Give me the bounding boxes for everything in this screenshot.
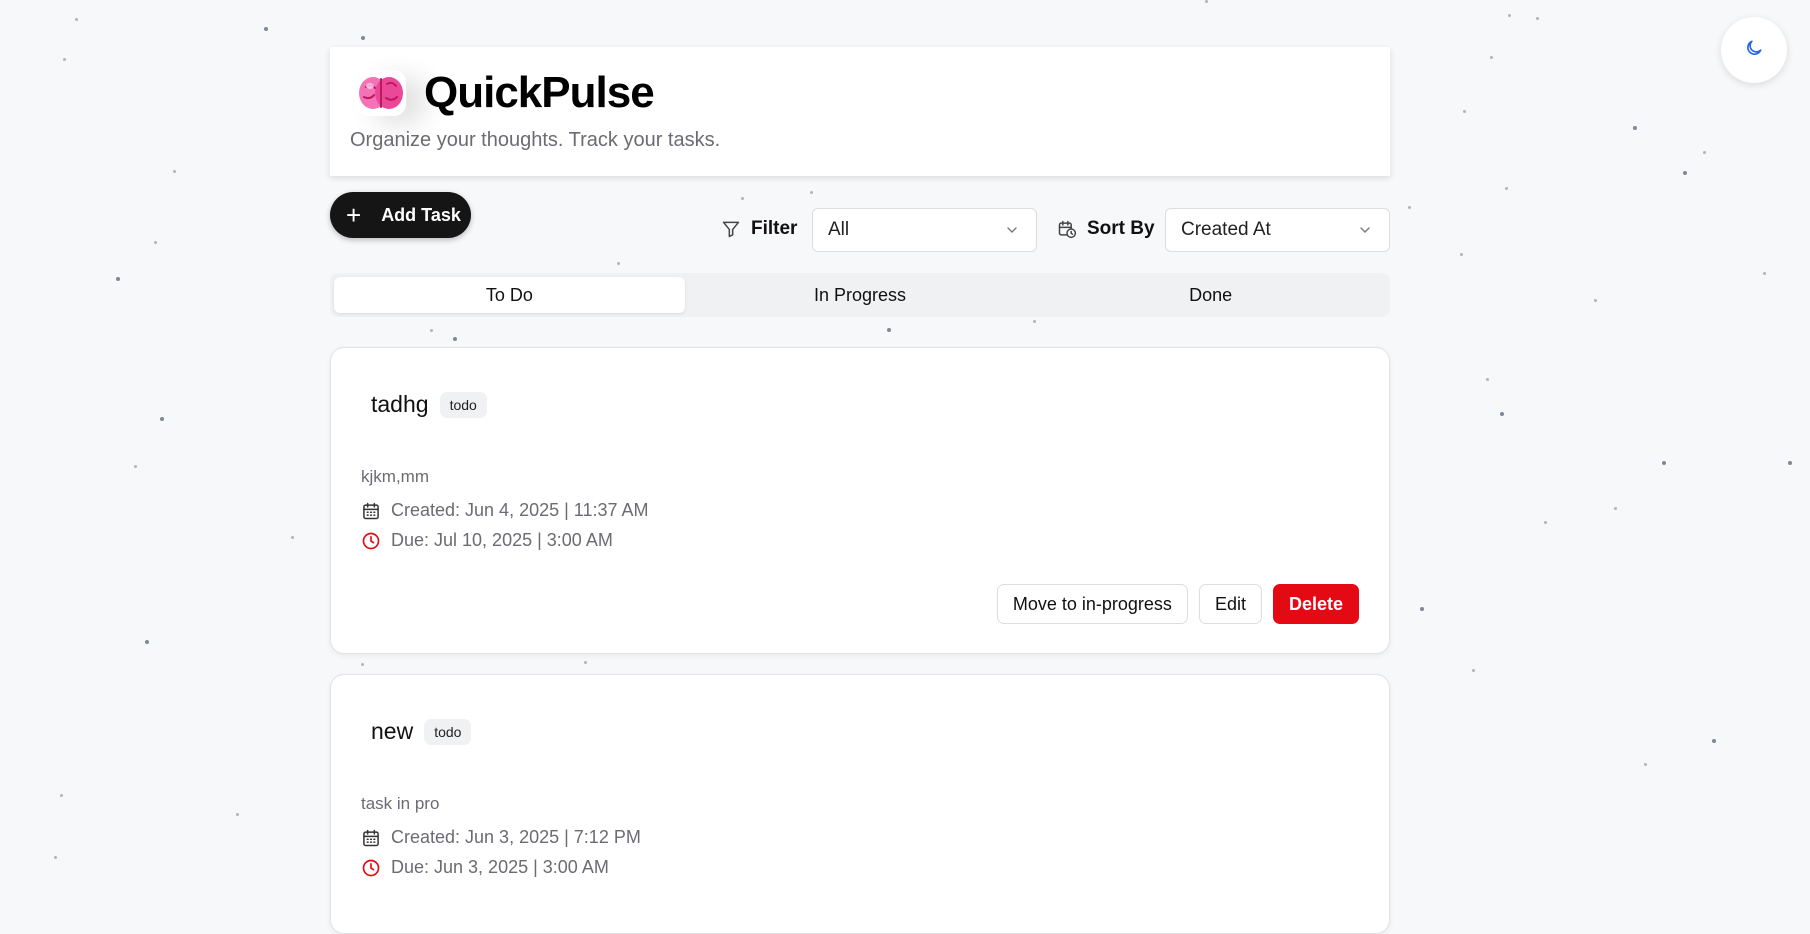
brand: QuickPulse (356, 68, 655, 118)
task-title: new (371, 718, 414, 744)
task-due-text: Due: Jul 10, 2025 | 3:00 AM (391, 530, 613, 550)
task-created-text: Created: Jun 4, 2025 | 11:37 AM (391, 500, 649, 520)
task-due-text: Due: Jun 3, 2025 | 3:00 AM (391, 857, 609, 877)
calendar-icon (361, 501, 381, 521)
task-created: Created: Jun 4, 2025 | 11:37 AM (361, 500, 649, 521)
status-badge: todo (424, 718, 472, 745)
sort-label: Sort By (1057, 218, 1155, 240)
calendar-icon (361, 828, 381, 848)
sort-select-value: Created At (1181, 219, 1271, 240)
chevron-down-icon (1357, 222, 1373, 244)
task-title-row: tadhg todo (371, 391, 487, 418)
logo (356, 70, 406, 116)
chevron-down-icon (1004, 222, 1020, 244)
task-created-text: Created: Jun 3, 2025 | 7:12 PM (391, 827, 641, 847)
task-title: tadhg (371, 391, 429, 417)
status-tabs: To Do In Progress Done (330, 273, 1390, 317)
app-header: QuickPulse Organize your thoughts. Track… (330, 47, 1390, 176)
calendar-clock-icon (1057, 219, 1077, 239)
task-description: kjkm,mm (361, 467, 429, 486)
plus-icon: + (346, 200, 362, 230)
theme-toggle-button[interactable] (1721, 17, 1787, 83)
tab-todo[interactable]: To Do (334, 277, 685, 313)
sort-label-text: Sort By (1087, 218, 1155, 239)
filter-label: Filter (721, 218, 797, 240)
task-description: task in pro (361, 794, 440, 813)
add-task-label: Add Task (381, 204, 461, 225)
task-card: tadhg todo kjkm,mm Created: Jun 4, 2025 … (330, 347, 1390, 654)
task-due: Due: Jun 3, 2025 | 3:00 AM (361, 857, 609, 878)
tab-in-progress[interactable]: In Progress (685, 277, 1036, 313)
app-tagline: Organize your thoughts. Track your tasks… (350, 129, 721, 151)
sort-select[interactable]: Created At (1165, 208, 1390, 252)
filter-select[interactable]: All (812, 208, 1037, 252)
filter-label-text: Filter (751, 218, 798, 239)
task-card: new todo task in pro Created: Jun 3, 202… (330, 674, 1390, 934)
task-actions: Move to in-progress Edit Delete (996, 584, 1359, 624)
move-to-in-progress-button[interactable]: Move to in-progress (996, 584, 1188, 624)
task-created: Created: Jun 3, 2025 | 7:12 PM (361, 827, 641, 848)
tab-done[interactable]: Done (1035, 277, 1386, 313)
filter-icon (721, 219, 741, 239)
moon-icon (1744, 38, 1764, 63)
clock-icon (361, 531, 381, 551)
add-task-button[interactable]: + Add Task (330, 192, 471, 238)
edit-button[interactable]: Edit (1198, 584, 1262, 624)
filter-select-value: All (828, 219, 850, 240)
status-badge: todo (439, 391, 487, 418)
clock-icon (361, 858, 381, 878)
task-title-row: new todo (371, 718, 472, 745)
app-title: QuickPulse (424, 68, 655, 117)
task-due: Due: Jul 10, 2025 | 3:00 AM (361, 530, 613, 551)
delete-button[interactable]: Delete (1272, 584, 1359, 624)
brain-icon (356, 77, 406, 120)
